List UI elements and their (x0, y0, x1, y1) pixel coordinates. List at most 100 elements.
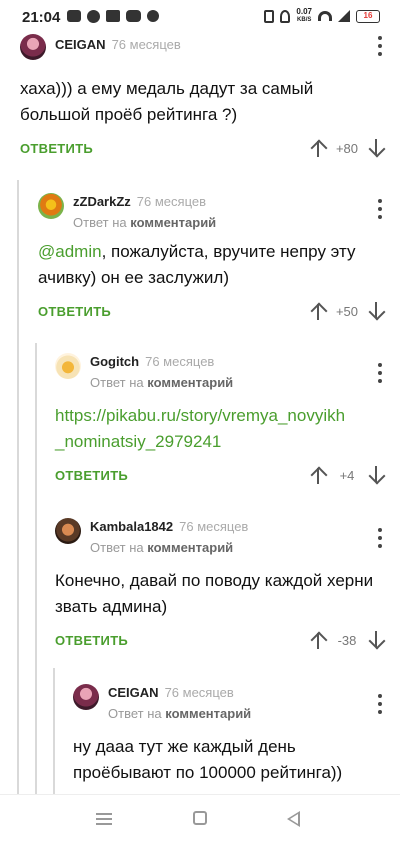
comment-text: @admin, пожалуйста, вручите непру эту ач… (38, 239, 384, 291)
status-bar: 21:04 0.07 KB/S 16 (0, 0, 400, 32)
reply-prefix: Ответ на (90, 540, 144, 555)
more-vert-icon[interactable] (376, 528, 384, 548)
back-icon[interactable] (287, 811, 300, 827)
net-speed-unit: KB/S (297, 17, 312, 23)
comment-header: CEIGAN 76 месяцев (20, 34, 384, 64)
comment-header: zZDarkZz 76 месяцев Ответ на комментарий (38, 193, 384, 230)
more-vert-icon[interactable] (376, 694, 384, 714)
signal-icon (338, 10, 350, 22)
vote-controls: -38 (310, 630, 384, 650)
mail-icon (106, 10, 120, 22)
author-name[interactable]: Kambala1842 (90, 519, 173, 534)
comment-actions: ОТВЕТИТЬ +80 (20, 138, 384, 162)
author-name[interactable]: CEIGAN (55, 37, 106, 52)
reply-info: Ответ на комментарий (90, 540, 233, 555)
arrow-down-icon[interactable] (368, 301, 384, 321)
author-name[interactable]: zZDarkZz (73, 194, 131, 209)
system-icons: 0.07 KB/S 16 (264, 8, 380, 24)
arrow-up-icon[interactable] (310, 138, 326, 158)
avatar[interactable] (20, 34, 46, 60)
comment-header: Kambala1842 76 месяцев Ответ на комментар… (55, 518, 384, 555)
more-vert-icon[interactable] (376, 36, 384, 56)
reply-target-link[interactable]: комментарий (147, 540, 233, 555)
comment-score: +50 (335, 303, 358, 319)
net-speed: 0.07 KB/S (296, 8, 312, 24)
avatar[interactable] (55, 353, 81, 379)
thread-line (35, 343, 37, 794)
vote-controls: +80 (310, 138, 384, 158)
reply-info: Ответ на комментарий (108, 706, 251, 721)
mention-link[interactable]: @admin (38, 242, 102, 261)
story-link[interactable]: https://pikabu.ru/story/vremya_novyikh (55, 403, 384, 429)
thread-line (53, 668, 55, 794)
home-icon[interactable] (193, 811, 207, 825)
reply-button[interactable]: ОТВЕТИТЬ (55, 468, 128, 483)
arrow-down-icon[interactable] (368, 138, 384, 158)
reply-target-link[interactable]: комментарий (165, 706, 251, 721)
more-vert-icon[interactable] (376, 199, 384, 219)
comment-score: -38 (337, 632, 357, 648)
comment-text: ну дааа тут же каждый день проёбывают по… (73, 737, 343, 782)
comment-text: https://pikabu.ru/story/vremya_novyikh _… (55, 403, 384, 455)
comment: CEIGAN 76 месяцев Ответ на комментарий ну… (73, 684, 384, 786)
author-name[interactable]: Gogitch (90, 354, 139, 369)
comment-time: 76 месяцев (145, 354, 215, 369)
vote-controls: +4 (310, 465, 384, 485)
notification-icons (67, 10, 159, 23)
comment-time: 76 месяцев (136, 194, 207, 209)
arrow-up-icon[interactable] (310, 465, 326, 485)
reply-target-link[interactable]: комментарий (147, 375, 233, 390)
comment-text: хаха))) а ему медаль дадут за самый боль… (20, 79, 314, 124)
mute-icon (280, 9, 291, 23)
comment-actions: ОТВЕТИТЬ +4 (55, 465, 384, 489)
bluetooth-icon (264, 9, 275, 23)
comment: Kambala1842 76 месяцев Ответ на комментар… (55, 518, 384, 654)
comment-score: +4 (339, 467, 355, 483)
comment-author[interactable]: Gogitch 76 месяцев (90, 354, 214, 369)
comment: Gogitch 76 месяцев Ответ на комментарий h… (55, 353, 384, 489)
reply-button[interactable]: ОТВЕТИТЬ (38, 304, 111, 319)
reply-info: Ответ на комментарий (73, 215, 216, 230)
comment-header: Gogitch 76 месяцев Ответ на комментарий (55, 353, 384, 390)
comment: CEIGAN 76 месяцев хаха))) а ему медаль да… (20, 34, 384, 162)
status-time: 21:04 (22, 9, 61, 26)
reply-prefix: Ответ на (73, 215, 127, 230)
reply-button[interactable]: ОТВЕТИТЬ (20, 141, 93, 156)
comment-author[interactable]: Kambala1842 76 месяцев (90, 519, 248, 534)
arrow-up-icon[interactable] (310, 301, 326, 321)
avatar[interactable] (73, 684, 99, 710)
comment-author[interactable]: CEIGAN 76 месяцев (108, 685, 234, 700)
author-name[interactable]: CEIGAN (108, 685, 159, 700)
thread-line (17, 180, 19, 794)
system-nav-bar (0, 794, 400, 844)
avatar[interactable] (38, 193, 64, 219)
vote-controls: +50 (310, 301, 384, 321)
telegram-icon (87, 10, 100, 23)
comment-text: Конечно, давай по поводу каждой херни зв… (55, 571, 374, 616)
reply-button[interactable]: ОТВЕТИТЬ (55, 633, 128, 648)
comment-author[interactable]: zZDarkZz 76 месяцев (73, 194, 206, 209)
battery-level: 16 (363, 10, 373, 20)
reply-prefix: Ответ на (90, 375, 144, 390)
comment-actions: ОТВЕТИТЬ -38 (55, 630, 384, 654)
comment: zZDarkZz 76 месяцев Ответ на комментарий … (38, 193, 384, 325)
comment-time: 76 месяцев (111, 37, 181, 52)
arrow-up-icon[interactable] (310, 630, 326, 650)
avatar[interactable] (55, 518, 81, 544)
reply-info: Ответ на комментарий (90, 375, 233, 390)
battery-icon: 16 (356, 9, 380, 23)
comment-header: CEIGAN 76 месяцев Ответ на комментарий (73, 684, 384, 721)
arrow-down-icon[interactable] (368, 630, 384, 650)
comment-time: 76 месяцев (164, 685, 234, 700)
more-vert-icon[interactable] (376, 363, 384, 383)
story-link-continued[interactable]: _nominatsiy_2979241 (55, 429, 384, 455)
net-speed-value: 0.07 (296, 7, 312, 16)
comment-actions: ОТВЕТИТЬ +50 (38, 301, 384, 325)
arrow-down-icon[interactable] (368, 465, 384, 485)
youtube-icon (126, 10, 141, 22)
wifi-icon (318, 11, 332, 21)
comment-author[interactable]: CEIGAN 76 месяцев (55, 37, 181, 52)
menu-icon[interactable] (96, 813, 112, 825)
reply-prefix: Ответ на (108, 706, 162, 721)
reply-target-link[interactable]: комментарий (130, 215, 216, 230)
